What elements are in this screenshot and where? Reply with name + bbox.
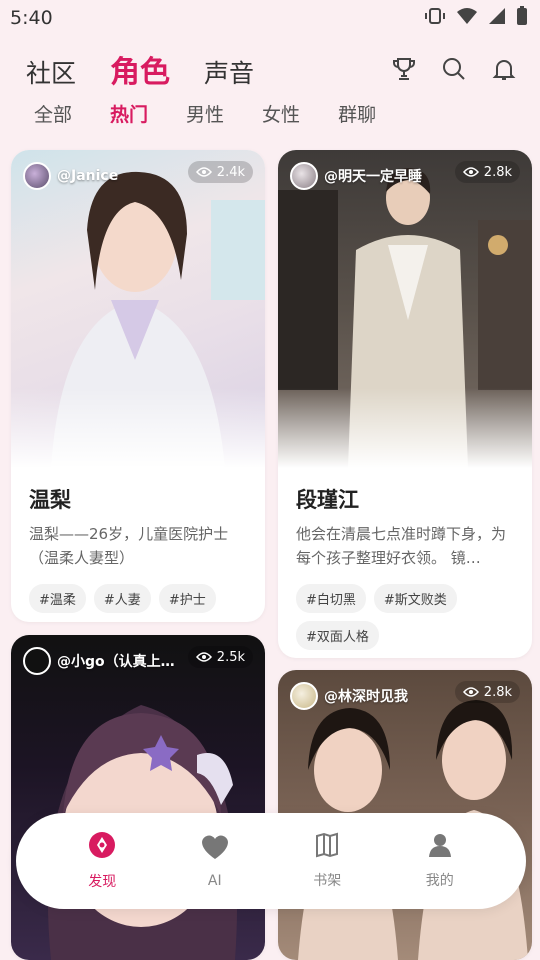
character-image: @小go（认真上… 2.5k <box>11 635 265 960</box>
nav-label: 发现 <box>88 874 117 890</box>
book-icon <box>314 832 340 862</box>
subtab-female[interactable]: 女性 <box>262 100 300 127</box>
views-count: 2.5k <box>216 649 245 665</box>
character-description: 他会在清晨七点准时蹲下身，为每个孩子整理好衣领。 镜… <box>296 525 507 567</box>
status-bar: 5:40 <box>0 0 540 36</box>
author-name: @林深时见我 <box>324 689 408 705</box>
character-card[interactable]: @Janice 2.4k 温梨 温梨——26岁，儿童医院护士（温柔人妻型） #温… <box>11 150 265 622</box>
views-badge: 2.8k <box>454 681 520 703</box>
views-badge: 2.8k <box>454 161 520 183</box>
nav-ai[interactable]: AI <box>180 833 250 889</box>
signal-icon <box>488 7 506 30</box>
author-name: @明天一定早睡 <box>324 169 422 185</box>
tag-list: #温柔 #人妻 #护士 <box>29 584 247 613</box>
character-name: 段瑾江 <box>296 488 359 512</box>
character-description: 温梨——26岁，儿童医院护士（温柔人妻型） <box>29 525 229 567</box>
tag[interactable]: #双面人格 <box>296 621 379 650</box>
character-image: @Janice 2.4k <box>11 150 265 468</box>
card-body: 段瑾江 他会在清晨七点准时蹲下身，为每个孩子整理好衣领。 镜… #白切黑 #斯文… <box>278 468 532 658</box>
avatar <box>290 682 318 710</box>
wifi-icon <box>456 7 478 30</box>
main-tabs: 社区 角色 声音 <box>26 47 254 91</box>
nav-label: AI <box>207 873 222 889</box>
bell-icon[interactable] <box>490 55 518 83</box>
tab-community[interactable]: 社区 <box>26 54 76 90</box>
character-card[interactable]: @小go（认真上… 2.5k <box>11 635 265 960</box>
character-name: 温梨 <box>29 488 71 512</box>
character-image: @明天一定早睡 2.8k <box>278 150 532 468</box>
sub-tabs: 全部 热门 男性 女性 群聊 <box>34 100 376 127</box>
tag[interactable]: #温柔 <box>29 584 86 613</box>
tag[interactable]: #白切黑 <box>296 584 366 613</box>
author-info[interactable]: @小go（认真上… <box>23 647 175 675</box>
avatar <box>290 162 318 190</box>
tab-voice[interactable]: 声音 <box>204 54 254 90</box>
views-count: 2.8k <box>483 684 512 700</box>
discover-icon <box>88 831 116 863</box>
views-count: 2.4k <box>216 164 245 180</box>
status-time: 5:40 <box>10 7 53 29</box>
tag[interactable]: #斯文败类 <box>373 584 457 613</box>
subtab-hot[interactable]: 热门 <box>110 100 148 127</box>
eye-icon <box>462 167 479 177</box>
author-info[interactable]: @Janice <box>23 162 118 190</box>
tab-characters[interactable]: 角色 <box>110 47 170 91</box>
bottom-nav: 发现 AI 书架 我的 <box>16 813 526 909</box>
avatar <box>23 647 51 675</box>
profile-icon <box>427 832 453 862</box>
character-card[interactable]: @明天一定早睡 2.8k 段瑾江 他会在清晨七点准时蹲下身，为每个孩子整理好衣领… <box>278 150 532 658</box>
portrait-illustration <box>47 705 238 960</box>
top-nav: 社区 角色 声音 <box>26 46 518 92</box>
subtab-male[interactable]: 男性 <box>186 100 224 127</box>
nav-bookshelf[interactable]: 书架 <box>292 832 362 890</box>
tag[interactable]: #护士 <box>158 584 216 613</box>
subtab-group-chat[interactable]: 群聊 <box>338 100 376 127</box>
views-badge: 2.5k <box>187 646 253 668</box>
author-name: @Janice <box>57 168 119 184</box>
nav-discover[interactable]: 发现 <box>67 831 137 891</box>
eye-icon <box>195 652 212 662</box>
tag[interactable]: #人妻 <box>93 584 151 613</box>
author-info[interactable]: @明天一定早睡 <box>290 162 422 190</box>
tag-list: #白切黑 #斯文败类 #双面人格 <box>296 584 514 650</box>
eye-icon <box>195 167 212 177</box>
avatar <box>23 162 51 190</box>
trophy-icon[interactable] <box>390 55 418 83</box>
author-info[interactable]: @林深时见我 <box>290 682 408 710</box>
nav-profile[interactable]: 我的 <box>405 832 475 890</box>
vibrate-icon <box>424 7 446 30</box>
nav-label: 书架 <box>313 873 342 889</box>
subtab-all[interactable]: 全部 <box>34 100 72 127</box>
battery-icon <box>516 5 528 31</box>
heart-icon <box>200 833 230 865</box>
author-name: @小go（认真上… <box>57 654 175 670</box>
views-badge: 2.4k <box>187 161 253 183</box>
eye-icon <box>462 687 479 697</box>
views-count: 2.8k <box>483 164 512 180</box>
nav-label: 我的 <box>425 873 454 889</box>
search-icon[interactable] <box>440 55 468 83</box>
card-body: 温梨 温梨——26岁，儿童医院护士（温柔人妻型） #温柔 #人妻 #护士 <box>11 468 265 622</box>
